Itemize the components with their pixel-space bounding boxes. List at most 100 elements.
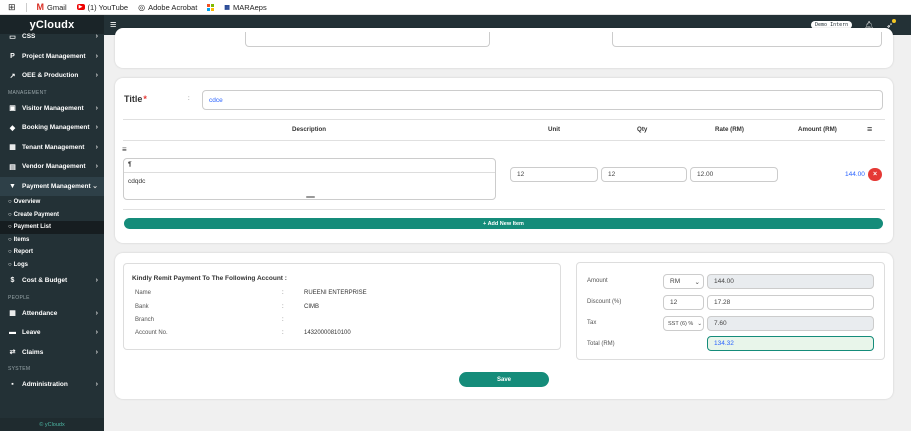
title-input[interactable]: cdce (202, 90, 883, 110)
subitem-overview[interactable]: ○ Overview (0, 196, 104, 209)
table-header-divider (123, 140, 885, 141)
apps-icon[interactable]: ⊞ (8, 2, 16, 13)
remit-colon: : (282, 290, 284, 296)
remove-item-icon[interactable]: × (868, 168, 882, 181)
col-rate: Rate (RM) (715, 126, 744, 133)
circle-icon: ○ (8, 211, 12, 218)
windows-icon (207, 3, 215, 11)
sidebar-item-administration[interactable]: ▪ Administration › (0, 375, 104, 395)
chevron-down-icon: ⌄ (92, 183, 98, 191)
sidebar-item-booking[interactable]: ◆ Booking Management › (0, 118, 104, 138)
col-qty: Qty (637, 126, 648, 133)
discount-percent-input[interactable]: 12 (663, 295, 704, 310)
items-card: Title* : cdce Description Unit Qty Rate … (115, 78, 893, 243)
remit-label-name: Name (135, 290, 152, 296)
subitem-payment-list[interactable]: ○ Payment List (0, 221, 104, 234)
notification-dot (892, 18, 896, 23)
sidebar-item-claims[interactable]: ⇄ Claims › (0, 343, 104, 363)
sidebar-item-payment[interactable]: ▼ Payment Management ⌄ (0, 176, 104, 196)
remit-value-account: 14320000810100 (304, 330, 351, 336)
chevron-right-icon: › (95, 52, 98, 60)
chevron-down-icon: ⌄ (697, 320, 702, 327)
maraeps-icon: ▦ (224, 4, 230, 11)
dollar-icon: $ (10, 277, 15, 285)
qty-input[interactable]: 12 (601, 167, 687, 182)
total-field: 134.32 (707, 336, 874, 351)
table-bottom-divider (123, 209, 885, 210)
description-editor[interactable]: ¶ cdqdc (123, 158, 496, 200)
add-new-item-button[interactable]: + Add New Item (124, 218, 883, 229)
chevron-right-icon: › (95, 329, 98, 337)
sidebar-item-tenant[interactable]: ▦ Tenant Management › (0, 138, 104, 158)
subitem-create-payment[interactable]: ○ Create Payment (0, 209, 104, 222)
tax-field: 7.60 (707, 316, 874, 331)
bookmark-windows[interactable] (207, 3, 215, 11)
css-icon: ▭ (9, 33, 16, 41)
bookmark-gmail[interactable]: M Gmail (37, 2, 67, 12)
unit-input[interactable]: 12 (510, 167, 598, 182)
chevron-right-icon: › (95, 309, 98, 317)
header-field-left[interactable] (245, 32, 490, 47)
bed-icon: ▬ (9, 329, 16, 337)
description-text[interactable]: cdqdc (124, 173, 495, 190)
rate-input[interactable]: 12.00 (690, 167, 778, 182)
cart-icon: ▼ (9, 182, 16, 190)
chevron-right-icon: › (95, 124, 98, 132)
hamburger-icon[interactable]: ≡ (110, 19, 116, 31)
section-management: MANAGEMENT (8, 89, 47, 96)
sidebar-item-leave[interactable]: ▬ Leave › (0, 323, 104, 343)
currency-select[interactable]: RM ⌄ (663, 274, 704, 289)
editor-toolbar: ¶ (124, 159, 495, 173)
col-unit: Unit (548, 126, 561, 133)
booking-icon: ◆ (9, 124, 16, 132)
vendor-icon: ▤ (9, 163, 16, 171)
tax-select[interactable]: SST (6) % ⌄ (663, 316, 704, 331)
circle-icon: ○ (8, 224, 12, 231)
discount-label: Discount (%) (587, 299, 622, 305)
discount-value-input[interactable]: 17.28 (707, 295, 874, 310)
bookmark-acrobat[interactable]: ◎ Adobe Acrobat (138, 3, 197, 12)
bookmark-youtube[interactable]: ▶ (1) YouTube (76, 3, 128, 12)
chevron-right-icon: › (95, 277, 98, 285)
subitem-report[interactable]: ○ Report (0, 246, 104, 259)
sidebar-item-cost-budget[interactable]: $ Cost & Budget › (0, 271, 104, 291)
youtube-icon: ▶ (76, 4, 85, 10)
paragraph-icon[interactable]: ¶ (128, 161, 132, 168)
sidebar-item-visitor[interactable]: ▣ Visitor Management › (0, 99, 104, 119)
amount-field: 144.00 (707, 274, 874, 289)
remit-label-branch: Branch (135, 317, 155, 323)
subitem-logs[interactable]: ○ Logs (0, 259, 104, 272)
sidebar-item-oee[interactable]: ↗ OEE & Production › (0, 66, 104, 86)
section-people: PEOPLE (8, 294, 30, 301)
visitor-icon: ▣ (9, 105, 16, 113)
chevron-right-icon: › (95, 143, 98, 151)
header-field-right[interactable] (612, 32, 882, 47)
chevron-right-icon: › (95, 381, 98, 389)
remit-colon: : (282, 330, 284, 336)
bookmark-separator (25, 2, 27, 12)
calendar-icon: ▦ (9, 310, 16, 318)
editor-resize-handle[interactable] (306, 196, 315, 198)
sidebar-item-project-management[interactable]: P Project Management › (0, 47, 104, 67)
sidebar-item-attendance[interactable]: ▦ Attendance › (0, 304, 104, 324)
remit-value-name: RUEENI ENTERPRISE (304, 290, 367, 296)
sidebar-item-vendor[interactable]: ▤ Vendor Management › (0, 157, 104, 177)
drag-handle-icon[interactable]: ≡ (122, 145, 127, 154)
section-system: SYSTEM (8, 366, 31, 372)
header-card (115, 28, 893, 68)
remit-colon: : (282, 304, 284, 310)
amount-label: Amount (587, 278, 608, 284)
circle-icon: ○ (8, 249, 12, 256)
acrobat-icon: ◎ (138, 2, 146, 12)
chart-line-icon: ↗ (9, 72, 16, 80)
bookmark-maraeps[interactable]: ▦ MARAeps (224, 3, 266, 12)
tenant-icon: ▦ (9, 144, 16, 152)
save-button[interactable]: Save (459, 372, 549, 387)
required-mark: * (143, 94, 147, 104)
column-menu-icon[interactable]: ≡ (867, 124, 872, 134)
bookmarks-bar: ⊞ M Gmail ▶ (1) YouTube ◎ Adobe Acrobat ▦ MA… (0, 0, 911, 15)
remit-heading: Kindly Remit Payment To The Following Ac… (132, 275, 287, 282)
payment-summary-card: Kindly Remit Payment To The Following Ac… (115, 253, 893, 399)
col-description: Description (292, 126, 327, 133)
subitem-items[interactable]: ○ Items (0, 234, 104, 247)
